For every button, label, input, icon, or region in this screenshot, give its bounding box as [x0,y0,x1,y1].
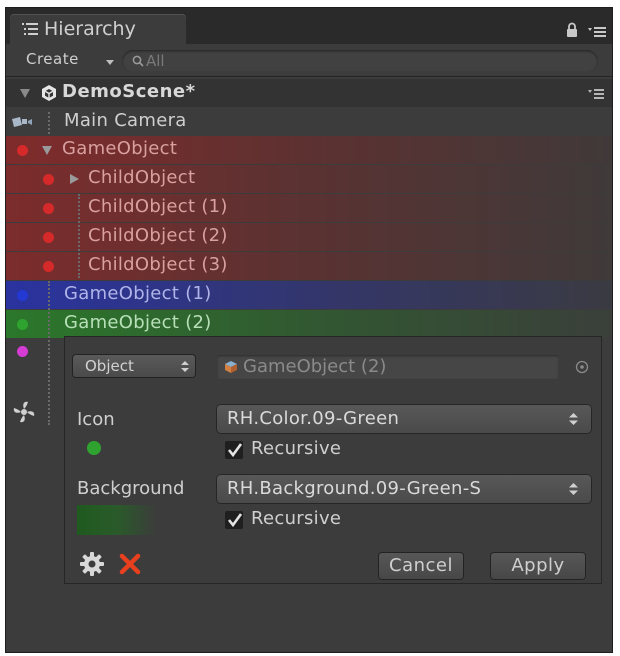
color-dot [43,232,54,243]
background-label: Background [77,478,185,499]
search-icon [132,55,144,67]
background-dropdown-value: RH.Background.09-Green-S [227,478,482,499]
color-dot [43,261,54,272]
fan-icon [13,401,35,423]
list-icon [22,23,38,35]
tree-guide [48,281,50,425]
up-down-arrows-icon [181,361,189,372]
color-editor-panel: Object GameObject (2) Icon RH.Color.09-G… [64,336,602,584]
tree-item-childobject-3[interactable]: ChildObject (3) [6,252,612,280]
object-type-select[interactable]: Object [73,355,195,377]
icon-recursive-label: Recursive [251,438,342,459]
object-field-value: GameObject (2) [243,356,387,377]
color-dot [43,174,54,185]
tree-item-gameobject-1[interactable]: GameObject (1) [6,281,612,309]
gear-icon[interactable] [79,551,105,577]
tree-guide [78,194,80,278]
color-dot [17,290,28,301]
tree-item-label: GameObject (1) [64,283,212,304]
scene-header[interactable]: DemoScene* [6,79,612,107]
cancel-button[interactable]: Cancel [379,553,463,579]
lock-icon[interactable] [566,22,578,38]
up-down-arrows-icon [569,483,578,495]
tree-item-label: GameObject (2) [64,312,212,333]
color-dot [17,346,28,357]
camera-icon [12,117,32,127]
search-input[interactable] [146,50,586,72]
tree-item-childobject-1[interactable]: ChildObject (1) [6,194,612,222]
chevron-down-icon[interactable] [106,60,114,65]
fold-arrow-icon[interactable] [20,89,30,98]
tree-item-label: ChildObject (2) [88,225,228,246]
tree-guide [48,112,50,134]
checkmark-icon [227,443,243,458]
cube-icon [225,361,237,373]
hierarchy-window: Hierarchy Create All DemoScene* Main Cam… [6,8,612,652]
checkmark-icon [227,513,243,528]
fold-arrow-icon[interactable] [42,146,52,155]
icon-recursive-checkbox[interactable] [225,441,243,459]
tree-item-label: GameObject [62,138,178,159]
tree-item-gameobject-2[interactable]: GameObject (2) [6,310,612,338]
toolbar: Create [6,46,612,77]
icon-label: Icon [77,409,115,430]
target-icon[interactable] [575,360,589,374]
menu-icon[interactable] [588,89,604,99]
background-preview [77,505,157,535]
tab-hierarchy[interactable]: Hierarchy [10,14,186,46]
background-recursive-checkbox[interactable] [225,511,243,529]
color-dot [17,319,28,330]
apply-button[interactable]: Apply [491,553,585,579]
object-field[interactable]: GameObject (2) [217,355,559,379]
tab-title: Hierarchy [44,18,136,40]
tree-item-gameobject[interactable]: GameObject [6,136,612,164]
background-recursive-label: Recursive [251,508,342,529]
icon-color-preview [87,441,101,455]
tree-item-label: ChildObject (3) [88,254,228,275]
color-dot [43,203,54,214]
tree-item-childobject-2[interactable]: ChildObject (2) [6,223,612,251]
up-down-arrows-icon [569,413,578,425]
fold-arrow-right-icon[interactable] [70,174,79,184]
tree-item-label: ChildObject [88,167,196,188]
tree-item-main-camera[interactable]: Main Camera [6,108,612,136]
delete-icon[interactable] [119,553,141,575]
scene-name: DemoScene* [62,81,196,102]
icon-dropdown-value: RH.Color.09-Green [227,408,400,429]
menu-icon[interactable] [588,26,606,38]
object-type-label: Object [85,357,134,375]
search-field[interactable] [122,50,598,72]
background-dropdown[interactable]: RH.Background.09-Green-S [217,475,591,503]
unity-icon [42,85,56,101]
color-dot [17,145,28,156]
tree-item-label: ChildObject (1) [88,196,228,217]
create-button[interactable]: Create [26,50,79,72]
tree-item-label: Main Camera [64,110,187,131]
tree-item-childobject[interactable]: ChildObject [6,165,612,193]
tab-bar: Hierarchy [6,8,612,46]
icon-dropdown[interactable]: RH.Color.09-Green [217,405,591,433]
